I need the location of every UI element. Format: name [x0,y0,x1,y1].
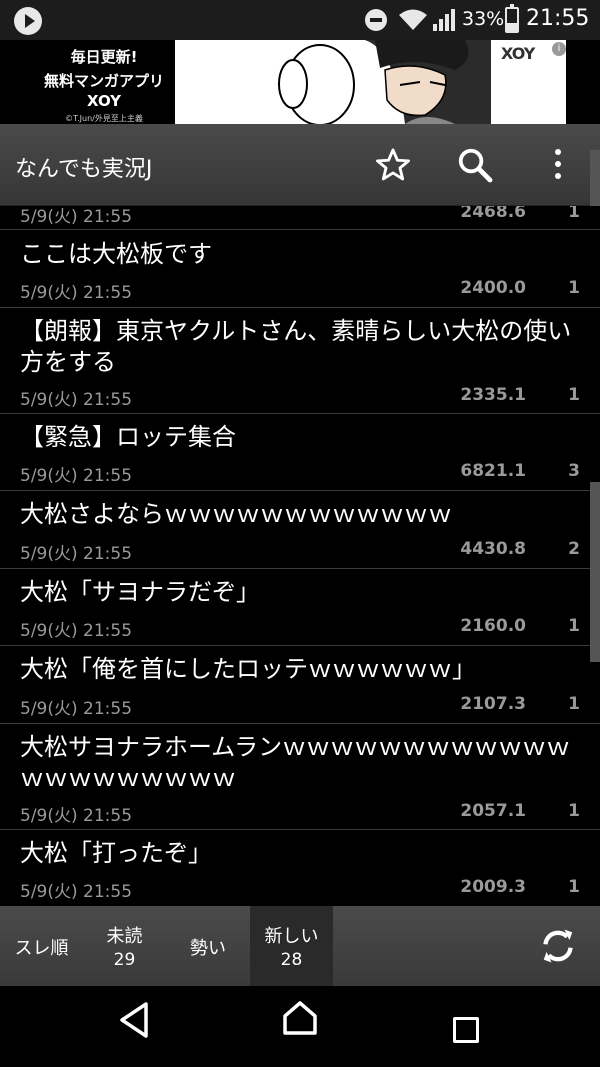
thread-row[interactable]: 大松「打ったぞ」 5/9(火) 21:55 2009.3 1 [0,830,600,906]
tab-label: スレ順 [14,938,69,959]
ad-info-icon[interactable]: i [552,42,566,56]
thread-count: 1 [568,278,580,298]
thread-date: 5/9(火) 21:55 [20,621,133,641]
battery-icon [505,4,519,33]
app-toolbar: なんでも実況J [0,124,600,206]
thread-row[interactable]: 大松「サヨナラだぞ」 5/9(火) 21:55 2160.0 1 [0,569,600,646]
tab-count: 29 [113,950,136,970]
thread-count: 1 [568,206,580,222]
home-icon[interactable] [281,998,319,1038]
thread-title: 大松さよならｗｗｗｗｗｗｗｗｗｗｗｗ [20,500,452,528]
thread-row[interactable]: 【朗報】東京ヤクルトさん、素晴らしい大松の使い方をする 5/9(火) 21:55… [0,308,600,414]
thread-count: 1 [568,616,580,636]
thread-row[interactable]: 5/9(火) 21:55 2468.6 1 [0,206,600,230]
tab-label: 勢い [190,938,226,959]
thread-speed: 6821.1 [460,461,526,481]
play-icon [14,7,42,35]
thread-speed: 2400.0 [460,278,526,298]
tab-unread[interactable]: 未読 29 [83,906,166,986]
thread-title: ここは大松板です [20,240,212,268]
thread-row[interactable]: ここは大松板です 5/9(火) 21:55 2400.0 1 [0,231,600,308]
signal-icon [433,9,455,31]
battery-percent: 33% [462,8,505,30]
thread-speed: 2057.1 [460,801,526,821]
thread-count: 1 [568,385,580,405]
thread-speed: 2160.0 [460,616,526,636]
back-icon[interactable] [117,1000,151,1040]
thread-date: 5/9(火) 21:55 [20,283,133,303]
star-icon[interactable] [374,146,412,184]
tab-new[interactable]: 新しい 28 [250,906,333,986]
thread-count: 1 [568,877,580,897]
sort-tabs: スレ順 未読 29 勢い 新しい 28 [0,906,600,986]
ad-manga-art[interactable] [175,40,491,124]
thread-row[interactable]: 大松「俺を首にしたロッテｗｗｗｗｗｗ」 5/9(火) 21:55 2107.3 … [0,646,600,724]
tab-momentum[interactable]: 勢い [166,906,250,986]
thread-speed: 2009.3 [460,877,526,897]
thread-title: 【緊急】ロッテ集合 [20,423,236,451]
thread-date: 5/9(火) 21:55 [20,882,133,902]
thread-speed: 2335.1 [460,385,526,405]
thread-count: 1 [568,694,580,714]
thread-date: 5/9(火) 21:55 [20,544,133,564]
board-title: なんでも実況J [15,157,153,182]
thread-title: 【朗報】東京ヤクルトさん、素晴らしい大松の使い方をする [20,317,572,376]
thread-date: 5/9(火) 21:55 [20,806,133,826]
search-icon[interactable] [456,146,494,184]
thread-title: 大松「サヨナラだぞ」 [20,578,260,606]
tab-count: 28 [280,950,303,970]
thread-date: 5/9(火) 21:55 [20,207,133,227]
thread-date: 5/9(火) 21:55 [20,390,133,410]
list-scrollbar[interactable] [590,482,600,662]
thread-count: 3 [568,461,580,481]
ad-line3: XOY [86,92,122,110]
ad-text-block[interactable]: 毎日更新! 無料マンガアプリ XOY ©T.Jun/外見至上主義 [33,40,175,124]
wifi-icon [399,9,427,30]
clock: 21:55 [526,6,590,31]
thread-date: 5/9(火) 21:55 [20,699,133,719]
thread-title: 大松サヨナラホームランｗｗｗｗｗｗｗｗｗｗｗｗｗｗｗｗｗｗｗｗｗ [20,733,571,792]
thread-date: 5/9(火) 21:55 [20,466,133,486]
thread-list[interactable]: 5/9(火) 21:55 2468.6 1 ここは大松板です 5/9(火) 21… [0,206,600,906]
thread-speed: 2107.3 [460,694,526,714]
thread-speed: 2468.6 [460,206,526,222]
tab-label: 未読 [106,926,143,947]
status-bar: 33% 21:55 [0,0,600,40]
tab-thread-order[interactable]: スレ順 [0,906,83,986]
thread-speed: 4430.8 [460,539,526,559]
recent-apps-icon[interactable] [453,1017,479,1043]
ad-line2: 無料マンガアプリ [43,72,164,90]
refresh-icon[interactable] [536,926,580,966]
thread-row[interactable]: 大松さよならｗｗｗｗｗｗｗｗｗｗｗｗ 5/9(火) 21:55 4430.8 2 [0,491,600,569]
thread-count: 1 [568,801,580,821]
thread-title: 大松「俺を首にしたロッテｗｗｗｗｗｗ」 [20,655,476,683]
thread-row[interactable]: 大松サヨナラホームランｗｗｗｗｗｗｗｗｗｗｗｗｗｗｗｗｗｗｗｗｗ 5/9(火) … [0,724,600,830]
thread-row[interactable]: 【緊急】ロッテ集合 5/9(火) 21:55 6821.1 3 [0,414,600,491]
ad-logo: XOY [501,44,535,63]
ad-credit: ©T.Jun/外見至上主義 [65,114,143,123]
thread-count: 2 [568,539,580,559]
thread-title: 大松「打ったぞ」 [20,839,212,867]
more-menu-icon[interactable] [548,146,568,184]
system-nav-bar [0,986,600,1067]
ad-line1: 毎日更新! [70,48,138,66]
tab-label: 新しい [264,926,319,947]
do-not-disturb-icon [365,9,387,31]
